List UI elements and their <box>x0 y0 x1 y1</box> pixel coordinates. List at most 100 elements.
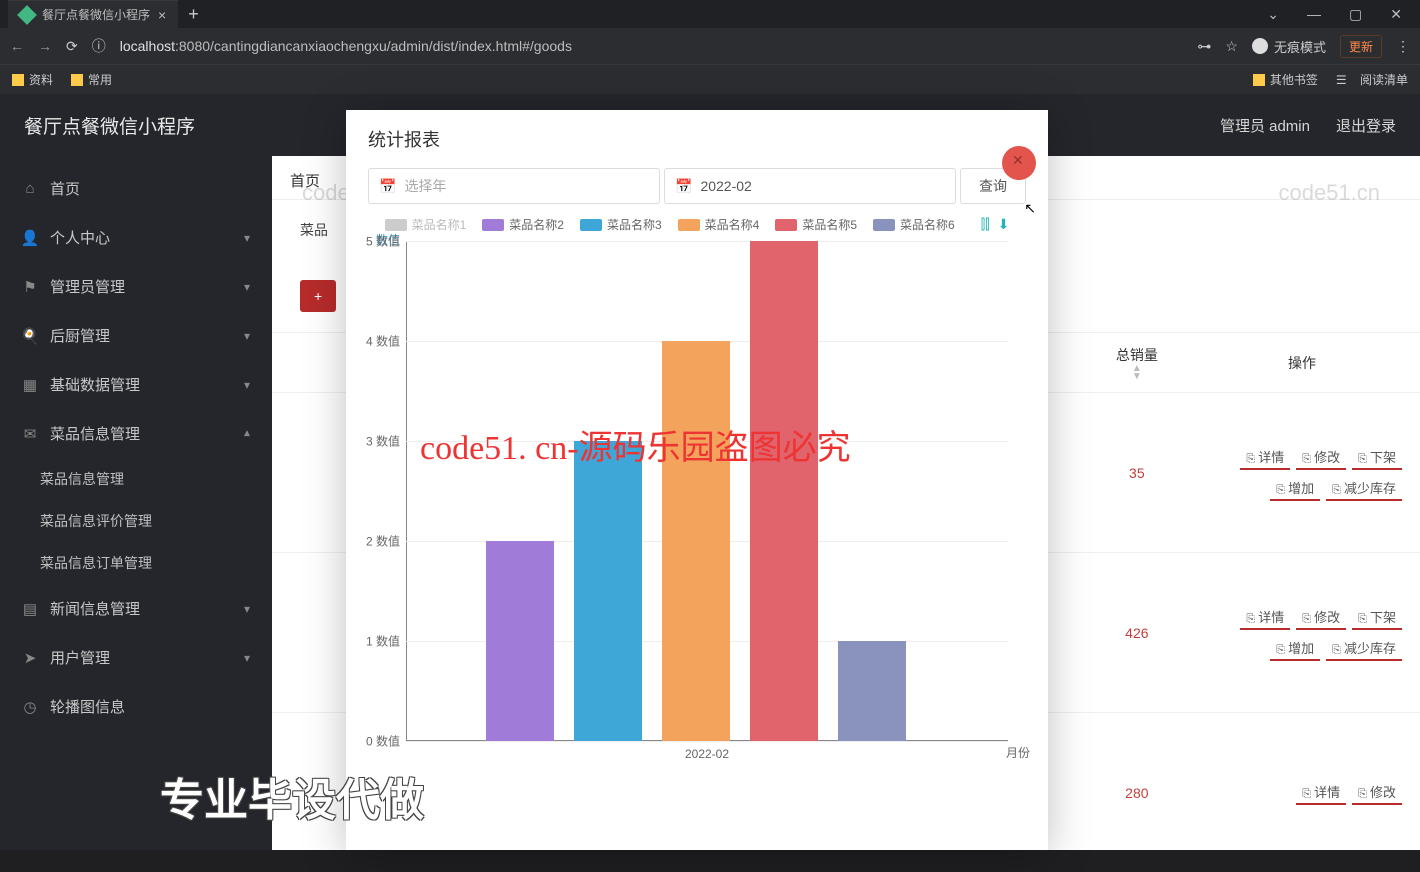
legend-swatch <box>678 219 700 231</box>
legend-item[interactable]: 菜品名称4 <box>678 216 760 233</box>
sidebar: ⌂首页 👤个人中心▾ ⚑管理员管理▾ 🍳后厨管理▾ ▦基础数据管理▾ ✉菜品信息… <box>0 156 272 850</box>
folder-icon <box>71 74 83 86</box>
legend-item[interactable]: 菜品名称5 <box>775 216 857 233</box>
sidebar-item-personal[interactable]: 👤个人中心▾ <box>0 213 272 262</box>
sidebar-item-news[interactable]: ▤新闻信息管理▾ <box>0 584 272 633</box>
action-modify[interactable]: 修改 <box>1352 780 1402 805</box>
window-minimize-icon[interactable]: — <box>1307 6 1321 23</box>
update-button[interactable]: 更新 <box>1340 35 1382 58</box>
nav-back-icon[interactable]: ← <box>10 38 24 54</box>
incognito-indicator[interactable]: 无痕模式 <box>1252 37 1326 56</box>
calendar-icon: 📅 <box>379 178 396 195</box>
star-bookmark-icon[interactable]: ☆ <box>1225 38 1238 55</box>
send-icon: ➤ <box>22 650 38 666</box>
reading-list[interactable]: ☰ 阅读清单 <box>1336 71 1408 88</box>
legend-swatch <box>873 219 895 231</box>
action-add-stock[interactable]: 增加 <box>1270 636 1320 661</box>
sidebar-item-home[interactable]: ⌂首页 <box>0 164 272 213</box>
y-tick: 0 数值 <box>366 733 400 750</box>
sidebar-item-admin-mgmt[interactable]: ⚑管理员管理▾ <box>0 262 272 311</box>
logout-link[interactable]: 退出登录 <box>1336 115 1396 136</box>
calendar-icon: 📅 <box>675 178 692 195</box>
chart-bar[interactable] <box>486 541 554 741</box>
chevron-down-icon: ▾ <box>244 280 250 294</box>
tab-close-icon[interactable]: × <box>158 7 166 23</box>
tab-title: 餐厅点餐微信小程序 <box>42 6 150 23</box>
window-dropdown-icon[interactable]: ⌄ <box>1267 6 1279 23</box>
chart-canvas: 数值 月份 2022-02 0 数值1 数值2 数值3 数值4 数值5 数值 <box>406 241 1008 761</box>
other-bookmarks[interactable]: 其他书签 <box>1253 71 1318 88</box>
action-reduce-stock[interactable]: 减少库存 <box>1326 636 1402 661</box>
download-icon[interactable]: ⬇ <box>998 216 1010 233</box>
admin-label[interactable]: 管理员 admin <box>1220 115 1310 136</box>
legend-item[interactable]: 菜品名称6 <box>873 216 955 233</box>
user-icon: 👤 <box>22 230 38 246</box>
cell-sales: 35 <box>1072 465 1202 481</box>
bookmark-item[interactable]: 资料 <box>12 71 53 88</box>
chart-bar[interactable] <box>750 241 818 741</box>
sidebar-item-users[interactable]: ➤用户管理▾ <box>0 633 272 682</box>
chart-bar[interactable] <box>838 641 906 741</box>
y-tick: 1 数值 <box>366 633 400 650</box>
url-input[interactable]: localhost:8080/cantingdiancanxiaochengxu… <box>120 38 1184 54</box>
chevron-down-icon: ▾ <box>244 378 250 392</box>
browser-menu-icon[interactable]: ⋮ <box>1396 38 1410 55</box>
list-icon: ☰ <box>1336 73 1347 87</box>
action-add-stock[interactable]: 增加 <box>1270 476 1320 501</box>
action-unshelf[interactable]: 下架 <box>1352 605 1402 630</box>
chevron-down-icon: ▾ <box>244 329 250 343</box>
chart-bar[interactable] <box>662 341 730 741</box>
chart-bar[interactable] <box>574 441 642 741</box>
sidebar-sub-dish-info[interactable]: 菜品信息管理 <box>0 458 272 500</box>
action-modify[interactable]: 修改 <box>1296 445 1346 470</box>
vue-favicon <box>17 5 37 25</box>
action-reduce-stock[interactable]: 减少库存 <box>1326 476 1402 501</box>
year-picker[interactable]: 📅选择年 <box>368 168 660 204</box>
action-unshelf[interactable]: 下架 <box>1352 445 1402 470</box>
browser-tab-strip: 餐厅点餐微信小程序 × + ⌄ — ▢ ✕ <box>0 0 1420 28</box>
chevron-up-icon: ▾ <box>244 427 250 441</box>
col-sales[interactable]: 总销量▲▼ <box>1072 345 1202 381</box>
chart-bar-icon[interactable]: ⫿⫿ <box>981 216 990 233</box>
new-tab-button[interactable]: + <box>188 4 199 25</box>
action-detail[interactable]: 详情 <box>1240 605 1290 630</box>
bookmark-item[interactable]: 常用 <box>71 71 112 88</box>
stats-modal: 统计报表 ↖ 📅选择年 📅2022-02 查询 菜品名称1菜品名称2菜品名称3菜… <box>346 110 1048 850</box>
clock-icon: ◷ <box>22 699 38 715</box>
modal-title: 统计报表 <box>346 110 1048 160</box>
sidebar-item-carousel[interactable]: ◷轮播图信息 <box>0 682 272 731</box>
y-tick: 3 数值 <box>366 433 400 450</box>
tab-home[interactable]: 首页 <box>290 173 320 190</box>
sidebar-sub-dish-review[interactable]: 菜品信息评价管理 <box>0 500 272 542</box>
window-close-icon[interactable]: ✕ <box>1390 6 1402 23</box>
site-info-icon[interactable]: ⓘ <box>92 36 106 56</box>
sidebar-item-base-data[interactable]: ▦基础数据管理▾ <box>0 360 272 409</box>
browser-tab[interactable]: 餐厅点餐微信小程序 × <box>8 0 178 28</box>
chevron-down-icon: ▾ <box>244 651 250 665</box>
add-button[interactable]: + <box>300 280 336 312</box>
action-detail[interactable]: 详情 <box>1240 445 1290 470</box>
window-maximize-icon[interactable]: ▢ <box>1349 6 1362 23</box>
legend-swatch <box>580 219 602 231</box>
sidebar-item-dish-info[interactable]: ✉菜品信息管理▾ <box>0 409 272 458</box>
nav-forward-icon[interactable]: → <box>38 38 52 54</box>
modal-close-button[interactable]: ↖ <box>1002 146 1036 180</box>
nav-reload-icon[interactable]: ⟳ <box>66 38 78 55</box>
legend-item[interactable]: 菜品名称2 <box>482 216 564 233</box>
data-icon: ▦ <box>22 377 38 393</box>
sidebar-sub-dish-order[interactable]: 菜品信息订单管理 <box>0 542 272 584</box>
month-picker[interactable]: 📅2022-02 <box>664 168 956 204</box>
action-detail[interactable]: 详情 <box>1296 780 1346 805</box>
y-tick: 2 数值 <box>366 533 400 550</box>
password-key-icon[interactable]: ⊶ <box>1197 38 1211 55</box>
sidebar-item-kitchen[interactable]: 🍳后厨管理▾ <box>0 311 272 360</box>
y-tick: 5 数值 <box>366 233 400 250</box>
action-modify[interactable]: 修改 <box>1296 605 1346 630</box>
legend-item[interactable]: 菜品名称3 <box>580 216 662 233</box>
y-axis <box>406 241 407 741</box>
sort-icon[interactable]: ▲▼ <box>1072 365 1202 381</box>
app-title: 餐厅点餐微信小程序 <box>24 112 195 139</box>
kitchen-icon: 🍳 <box>22 328 38 344</box>
folder-icon <box>1253 74 1265 86</box>
legend-swatch <box>385 219 407 231</box>
